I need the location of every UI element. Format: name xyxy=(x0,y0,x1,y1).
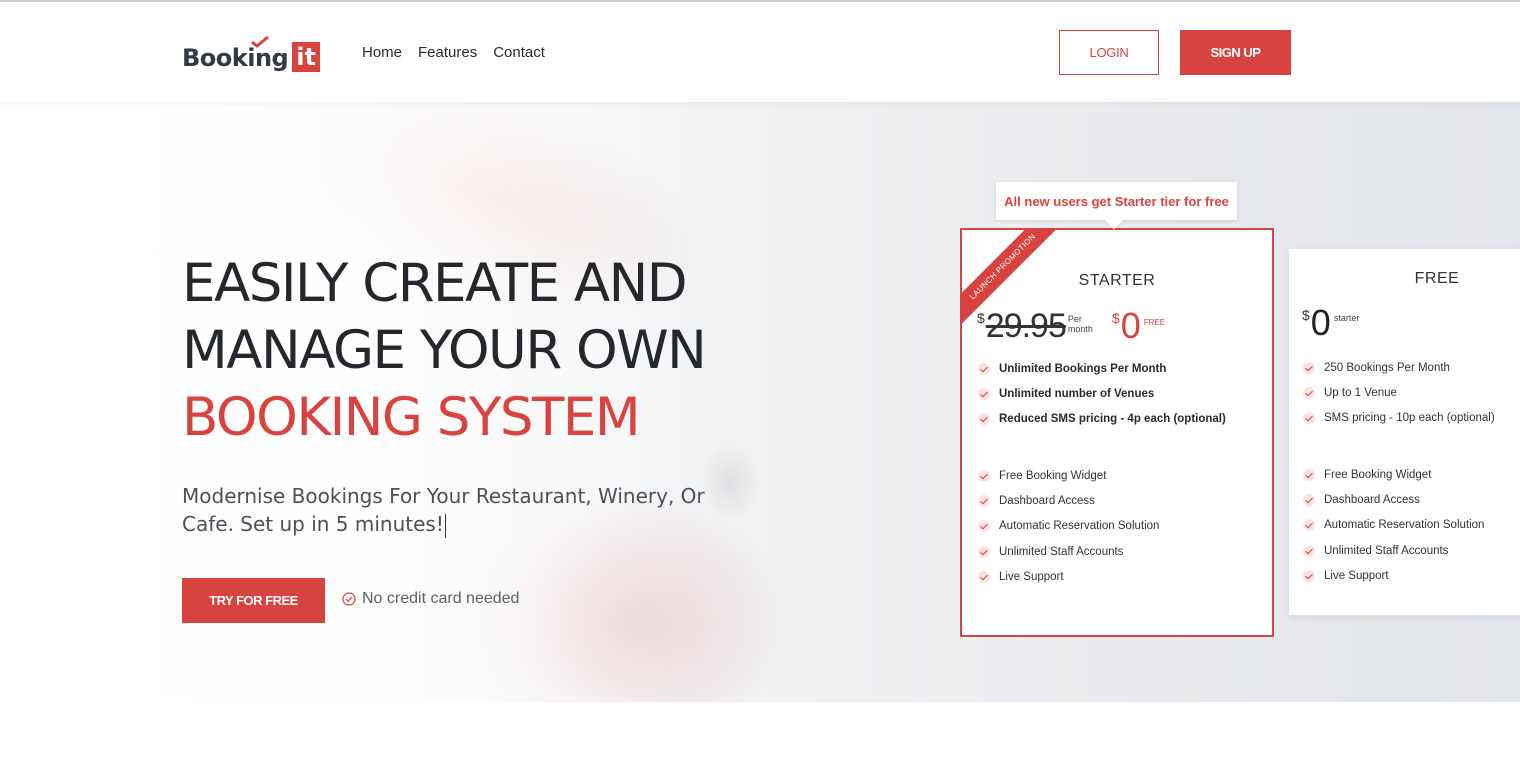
free-extra-features: Free Booking Widget Dashboard Access Aut… xyxy=(1303,462,1484,589)
starter-extra-features: Free Booking Widget Dashboard Access Aut… xyxy=(978,463,1159,590)
list-item: Live Support xyxy=(1303,564,1484,589)
list-item: Unlimited Bookings Per Month xyxy=(978,356,1226,381)
try-for-free-button[interactable]: TRY FOR FREE xyxy=(182,578,325,623)
feature-text: Free Booking Widget xyxy=(999,469,1107,482)
headline-line-2: MANAGE YOUR OWN xyxy=(182,320,707,381)
headline-accent: BOOKING SYSTEM xyxy=(182,387,641,448)
top-navbar: Booking it Home Features Contact LOGIN S… xyxy=(0,2,1520,102)
free-tag: FREE xyxy=(1143,318,1166,327)
list-item: Free Booking Widget xyxy=(1303,462,1484,487)
logo-check-icon xyxy=(251,36,269,48)
list-item: Automatic Reservation Solution xyxy=(1303,513,1484,538)
free-main-features: 250 Bookings Per Month Up to 1 Venue SMS… xyxy=(1303,355,1495,431)
feature-text: Automatic Reservation Solution xyxy=(999,520,1160,533)
logo-wordmark: Booking xyxy=(182,44,289,72)
old-price: 29.95 xyxy=(985,307,1067,345)
check-icon xyxy=(1303,468,1315,481)
list-item: Automatic Reservation Solution xyxy=(978,514,1159,539)
plan-name-starter: STARTER xyxy=(1078,272,1156,289)
feature-text: Dashboard Access xyxy=(999,495,1095,508)
nav-link-contact[interactable]: Contact xyxy=(493,44,545,61)
list-item: Reduced SMS pricing - 4p each (optional) xyxy=(978,407,1226,432)
check-icon xyxy=(978,469,990,482)
feature-text: Live Support xyxy=(1324,570,1389,583)
check-icon xyxy=(1303,387,1315,400)
feature-text: Automatic Reservation Solution xyxy=(1324,519,1485,532)
check-icon xyxy=(1303,570,1315,583)
check-icon xyxy=(978,545,990,558)
starter-main-features: Unlimited Bookings Per Month Unlimited n… xyxy=(978,356,1226,432)
check-icon xyxy=(978,388,990,401)
feature-text: Unlimited Staff Accounts xyxy=(1324,544,1449,557)
check-icon xyxy=(1303,544,1315,557)
feature-text: Unlimited number of Venues xyxy=(999,388,1155,401)
main-nav: Home Features Contact xyxy=(362,44,545,61)
check-icon xyxy=(978,362,990,375)
list-item: 250 Bookings Per Month xyxy=(1303,355,1495,380)
list-item: Up to 1 Venue xyxy=(1303,380,1495,405)
feature-text: Up to 1 Venue xyxy=(1324,387,1397,400)
feature-text: SMS pricing - 10p each (optional) xyxy=(1324,412,1495,425)
check-icon xyxy=(978,495,990,508)
list-item: Dashboard Access xyxy=(978,488,1159,513)
hero-subheadline: Modernise Bookings For Your Restaurant, … xyxy=(182,482,742,538)
list-item: Dashboard Access xyxy=(1303,487,1484,512)
free-price: $ 0 starter xyxy=(1302,303,1359,343)
subheadline-text: Modernise Bookings For Your Restaurant, … xyxy=(182,484,705,536)
feature-text: Live Support xyxy=(999,571,1064,584)
text-caret xyxy=(444,513,446,538)
no-credit-card-text: No credit card needed xyxy=(362,590,520,607)
no-credit-card-note: No credit card needed xyxy=(342,590,519,608)
feature-text: Unlimited Bookings Per Month xyxy=(999,362,1167,375)
pricing-card-free[interactable]: FREE $ 0 starter 250 Bookings Per Month … xyxy=(1289,249,1520,615)
starter-price: $ 29.95 Per month $ 0 FREE xyxy=(977,306,1165,346)
feature-text: Unlimited Staff Accounts xyxy=(999,545,1124,558)
logo[interactable]: Booking it xyxy=(182,36,320,72)
feature-text: Reduced SMS pricing - 4p each (optional) xyxy=(999,413,1226,426)
starter-tag: starter xyxy=(1333,313,1360,323)
promo-price: 0 xyxy=(1120,305,1141,346)
promo-tooltip: All new users get Starter tier for free xyxy=(996,182,1237,220)
nav-link-home[interactable]: Home xyxy=(362,44,402,61)
check-icon xyxy=(1303,494,1315,507)
currency-symbol: $ xyxy=(1302,307,1310,323)
list-item: Unlimited number of Venues xyxy=(978,381,1226,406)
check-icon xyxy=(1303,519,1315,532)
feature-text: Dashboard Access xyxy=(1324,494,1420,507)
feature-text: 250 Bookings Per Month xyxy=(1324,361,1450,374)
hero-headline: EASILY CREATE AND MANAGE YOUR OWN BOOKIN… xyxy=(182,250,707,451)
signup-button[interactable]: SIGN UP xyxy=(1180,30,1291,75)
nav-link-features[interactable]: Features xyxy=(418,44,477,61)
pricing-card-starter[interactable]: LAUNCH PROMOTION STARTER $ 29.95 Per mon… xyxy=(960,228,1274,637)
check-icon xyxy=(978,571,990,584)
list-item: SMS pricing - 10p each (optional) xyxy=(1303,406,1495,431)
check-circle-icon xyxy=(342,592,356,606)
currency-symbol: $ xyxy=(977,310,985,326)
currency-symbol-promo: $ xyxy=(1111,310,1120,326)
list-item: Unlimited Staff Accounts xyxy=(1303,538,1484,563)
check-icon xyxy=(1303,412,1315,425)
free-price-amount: 0 xyxy=(1310,302,1331,343)
check-icon xyxy=(978,413,990,426)
check-icon xyxy=(1303,361,1315,374)
check-icon xyxy=(978,520,990,533)
list-item: Unlimited Staff Accounts xyxy=(978,539,1159,564)
hero-section: EASILY CREATE AND MANAGE YOUR OWN BOOKIN… xyxy=(0,102,1520,702)
logo-badge: it xyxy=(292,42,320,72)
list-item: Free Booking Widget xyxy=(978,463,1159,488)
login-button[interactable]: LOGIN xyxy=(1059,30,1159,75)
feature-text: Free Booking Widget xyxy=(1324,468,1432,481)
headline-line-1: EASILY CREATE AND xyxy=(182,253,688,314)
list-item: Live Support xyxy=(978,565,1159,590)
per-month-label: Per month xyxy=(1067,314,1093,334)
plan-name-free: FREE xyxy=(1414,270,1460,287)
